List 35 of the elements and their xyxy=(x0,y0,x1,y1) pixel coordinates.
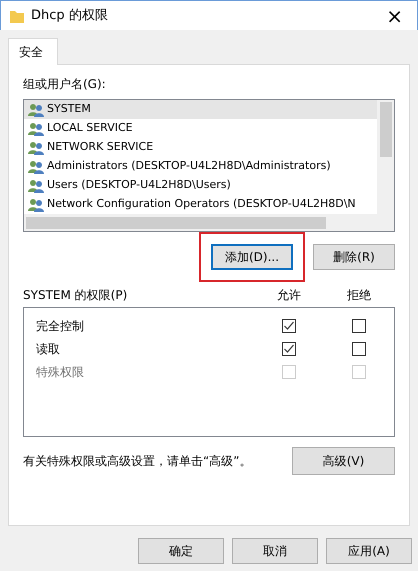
permission-name: 读取 xyxy=(36,340,61,358)
checkbox[interactable] xyxy=(352,342,366,356)
users-label: 组或用户名(G): xyxy=(23,76,107,93)
user-item[interactable]: Users (DESKTOP-U4L2H8D\Users) xyxy=(24,176,377,195)
advanced-hint: 有关特殊权限或高级设置，请单击“高级”。 xyxy=(23,453,252,470)
user-item[interactable]: SYSTEM xyxy=(24,100,377,119)
permission-name: 特殊权限 xyxy=(36,364,85,380)
user-item[interactable]: NETWORK SERVICE xyxy=(24,138,377,157)
dialog-button[interactable]: 确定 xyxy=(138,538,224,564)
column-header: 拒绝 xyxy=(347,287,371,304)
permissions-label: SYSTEM 的权限(P) xyxy=(23,287,128,304)
users-icon xyxy=(28,198,44,212)
column-header: 允许 xyxy=(277,287,301,304)
checkbox[interactable] xyxy=(282,342,296,356)
window-title: Dhcp 的权限 xyxy=(31,6,109,25)
users-icon xyxy=(28,178,44,192)
user-item[interactable]: Administrators (DESKTOP-U4L2H8D\Administrators) xyxy=(24,157,377,176)
horizontal-scrollbar[interactable] xyxy=(24,214,394,231)
users-icon xyxy=(28,160,44,174)
dialog-button[interactable]: 取消 xyxy=(232,538,318,564)
dialog-button[interactable]: 删除(R) xyxy=(313,244,395,270)
vertical-scrollbar[interactable] xyxy=(377,100,394,214)
permission-name: 完全控制 xyxy=(36,318,85,334)
user-item[interactable]: LOCAL SERVICE xyxy=(24,119,377,138)
tab[interactable]: 安全 xyxy=(8,38,58,65)
checkbox[interactable] xyxy=(352,318,366,332)
checkbox[interactable] xyxy=(282,318,296,332)
users-icon xyxy=(28,122,44,136)
user-item[interactable]: Network Configuration Operators (DESKTOP-U4L2H8D\N xyxy=(24,195,377,214)
advanced-button[interactable]: 高级(V) xyxy=(292,447,395,475)
dialog-button[interactable]: 应用(A) xyxy=(326,538,412,564)
dialog-button[interactable]: 添加(D)... xyxy=(211,244,293,270)
users-icon xyxy=(28,102,44,116)
users-icon xyxy=(28,140,44,154)
close-button[interactable]: × xyxy=(380,6,409,26)
